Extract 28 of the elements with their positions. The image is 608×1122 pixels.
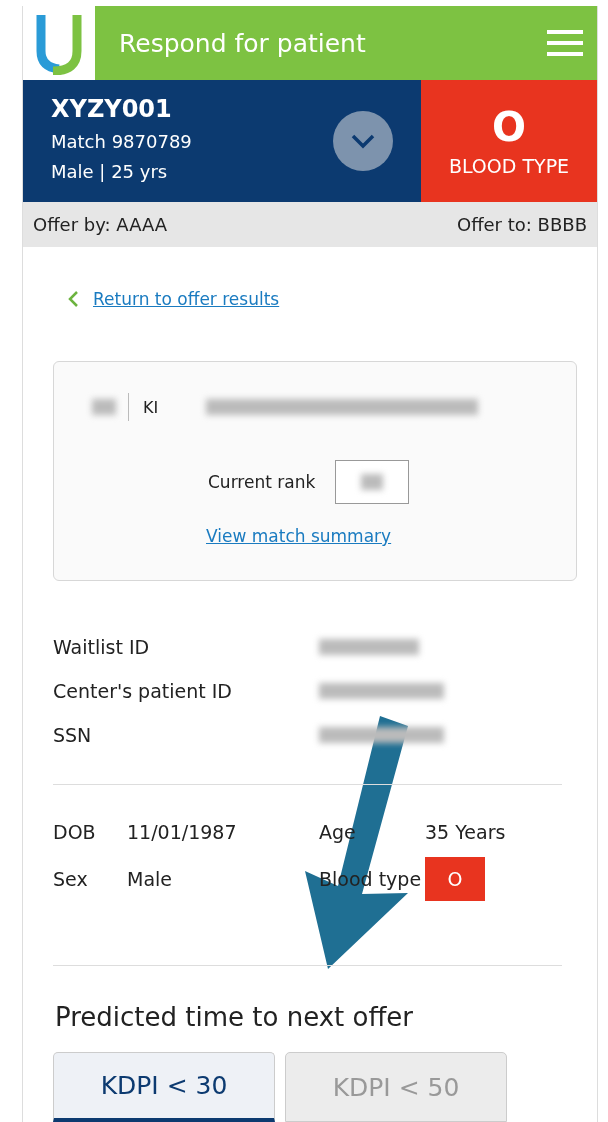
page-title: Respond for patient xyxy=(119,28,367,58)
field-label: Sex xyxy=(53,868,89,890)
return-link[interactable]: Return to offer results xyxy=(93,289,280,309)
kdpi-tab[interactable]: KDPI < 50 xyxy=(285,1052,507,1122)
field-label: Waitlist ID xyxy=(53,635,151,658)
kdpi-tab[interactable]: KDPI < 30 xyxy=(53,1052,275,1122)
match-summary-link[interactable]: View match summary xyxy=(206,526,392,546)
organ-code: KI xyxy=(143,397,159,417)
section-title: Predicted time to next offer xyxy=(55,1002,415,1032)
menu-icon[interactable] xyxy=(547,28,583,58)
patient-summary: Male | 25 yrs xyxy=(51,160,169,185)
chevron-down-icon xyxy=(350,133,376,150)
rank-label: Current rank xyxy=(208,472,316,492)
offer-by: Offer by: AAAA xyxy=(33,214,168,236)
blurred-value xyxy=(92,399,116,415)
field-value: 11/01/1987 xyxy=(127,821,238,843)
blood-type-badge: O xyxy=(425,857,485,901)
field-label: Center's patient ID xyxy=(53,679,233,702)
offer-to: Offer to: BBBB xyxy=(456,214,587,236)
patient-id: XYZY001 xyxy=(51,95,173,124)
field-label: SSN xyxy=(53,723,93,746)
match-number: Match 9870789 xyxy=(51,130,193,155)
field-label: DOB xyxy=(53,821,97,843)
chevron-left-icon xyxy=(67,290,79,308)
blood-type-label: BLOOD TYPE xyxy=(448,155,570,178)
blood-type-value: O xyxy=(492,105,526,150)
field-value: 35 Years xyxy=(425,821,507,843)
field-value: Male xyxy=(127,868,173,890)
